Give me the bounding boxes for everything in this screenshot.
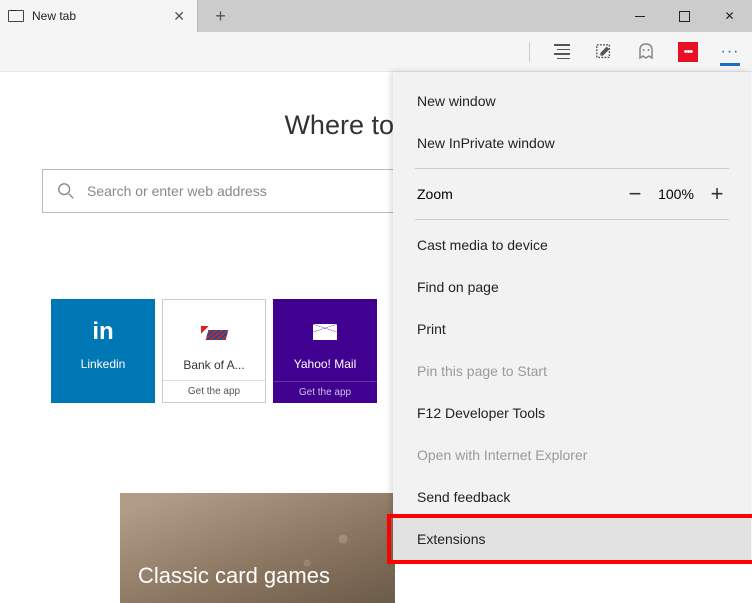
more-menu-button[interactable]: ··· — [720, 46, 740, 66]
get-app-label[interactable]: Get the app — [163, 380, 265, 402]
close-tab-icon[interactable]: ✕ — [169, 8, 189, 25]
extension-ghost-icon[interactable] — [636, 42, 656, 62]
zoom-value: 100% — [651, 186, 701, 202]
close-window-button[interactable] — [707, 0, 752, 32]
extension-red-icon[interactable]: ••• — [678, 42, 698, 62]
menu-feedback[interactable]: Send feedback — [393, 476, 751, 518]
toolbar: ••• ··· — [0, 32, 752, 72]
tile-label: Yahoo! Mail — [294, 357, 356, 371]
menu-divider — [415, 219, 729, 220]
reading-list-icon[interactable] — [552, 42, 572, 62]
menu-divider — [415, 168, 729, 169]
minimize-button[interactable] — [617, 0, 662, 32]
menu-devtools[interactable]: F12 Developer Tools — [393, 392, 751, 434]
zoom-label: Zoom — [417, 186, 619, 202]
zoom-out-button[interactable]: − — [619, 181, 651, 207]
menu-open-ie: Open with Internet Explorer — [393, 434, 751, 476]
tile-linkedin[interactable]: in Linkedin — [51, 299, 155, 403]
browser-tab[interactable]: New tab ✕ — [0, 0, 198, 32]
new-tab-button[interactable]: + — [198, 0, 243, 32]
card-title: Classic card games — [138, 563, 330, 589]
tile-yahoo-mail[interactable]: Yahoo! Mail Get the app — [273, 299, 377, 403]
more-menu: New window New InPrivate window Zoom − 1… — [393, 72, 751, 560]
menu-extensions[interactable]: Extensions — [393, 518, 751, 560]
menu-new-inprivate[interactable]: New InPrivate window — [393, 122, 751, 164]
bank-of-america-icon — [199, 318, 229, 348]
tab-favicon — [8, 10, 24, 22]
linkedin-icon: in — [92, 317, 113, 347]
toolbar-separator — [529, 42, 530, 62]
tile-label: Linkedin — [81, 357, 126, 371]
menu-zoom: Zoom − 100% + — [393, 173, 751, 215]
zoom-in-button[interactable]: + — [701, 181, 733, 207]
menu-cast[interactable]: Cast media to device — [393, 224, 751, 266]
menu-print[interactable]: Print — [393, 308, 751, 350]
tile-bank-of-america[interactable]: Bank of A... Get the app — [162, 299, 266, 403]
menu-new-window[interactable]: New window — [393, 80, 751, 122]
news-card[interactable]: Classic card games — [120, 493, 395, 603]
tab-title: New tab — [32, 9, 76, 23]
tile-label: Bank of A... — [183, 358, 244, 372]
maximize-button[interactable] — [662, 0, 707, 32]
title-bar: New tab ✕ + — [0, 0, 752, 32]
get-app-label[interactable]: Get the app — [273, 381, 377, 403]
menu-pin: Pin this page to Start — [393, 350, 751, 392]
menu-extensions-label: Extensions — [417, 531, 485, 547]
search-icon — [57, 182, 75, 200]
mail-icon — [313, 317, 337, 347]
menu-find[interactable]: Find on page — [393, 266, 751, 308]
web-note-icon[interactable] — [594, 42, 614, 62]
